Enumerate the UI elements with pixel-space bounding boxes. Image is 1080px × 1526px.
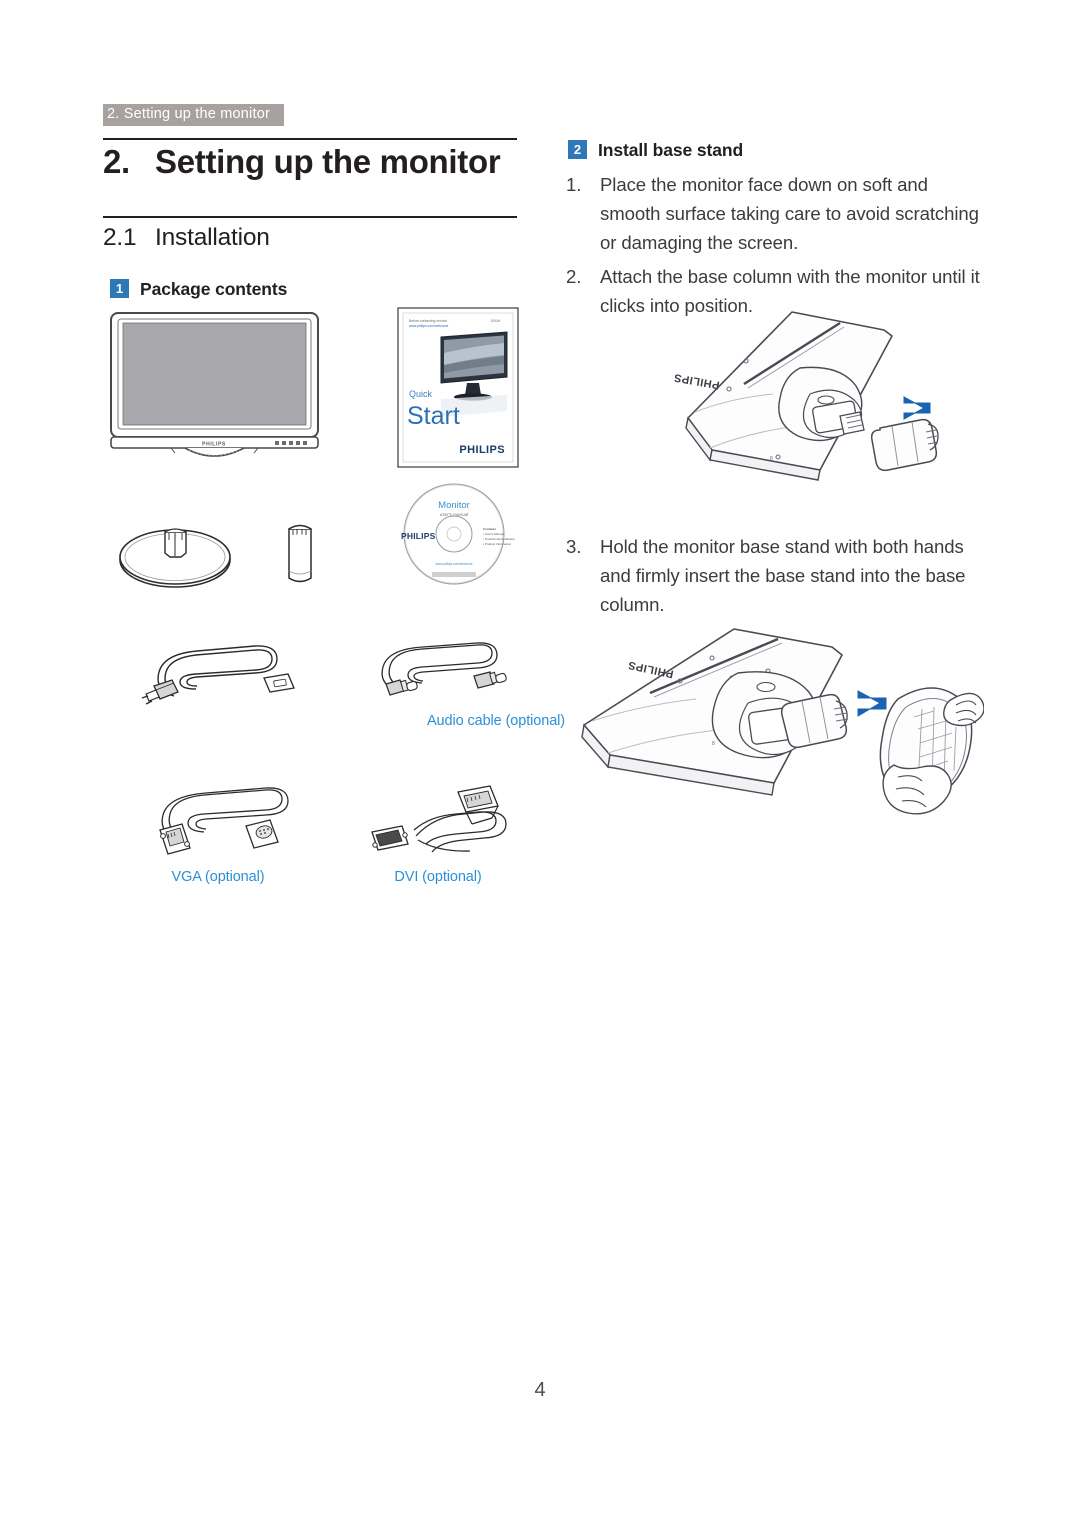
- quick-start-guide-illustration: Before contacting service www.philips.co…: [397, 307, 519, 468]
- step-number: 3.: [566, 536, 582, 557]
- svg-text:8: 8: [770, 456, 773, 462]
- power-cable-illustration: [138, 634, 303, 706]
- svg-text:• Product Information: • Product Information: [483, 542, 511, 546]
- dvi-connector-right: [457, 785, 499, 825]
- diagram2-brand: PHILIPS: [627, 658, 675, 679]
- arrow-left-icon: [903, 396, 931, 420]
- assembled-base-column: [711, 671, 849, 759]
- page-title: 2. Setting up the monitor: [103, 143, 501, 181]
- vga-connector-right: [245, 819, 279, 849]
- cd-title: Monitor: [438, 500, 470, 511]
- qsg-brand: PHILIPS: [459, 444, 505, 456]
- base-stand-illustration: [117, 520, 237, 592]
- monitor-illustration: PHILIPS: [107, 310, 322, 465]
- step-text: Place the monitor face down on soft and …: [600, 174, 979, 253]
- attach-base-column-diagram: PHILIPS 8: [592, 300, 984, 510]
- list-item: 3. Hold the monitor base stand with both…: [566, 532, 986, 619]
- vga-cable-illustration: [148, 778, 308, 863]
- dvi-cable-illustration: [358, 778, 518, 863]
- monitor-brand-text: PHILIPS: [202, 442, 226, 448]
- diagram1-brand: PHILIPS: [673, 371, 721, 391]
- cd-subtitle: user's manual: [440, 512, 468, 517]
- audio-plug-left: [385, 679, 418, 696]
- section-title-text: Installation: [155, 224, 270, 251]
- badge-1: 1: [110, 279, 129, 298]
- insert-base-stand-diagram: PHILIPS 8: [562, 625, 984, 855]
- chapter-number: 2.: [103, 143, 130, 180]
- cd-url: www.philips.com/welcome: [435, 562, 472, 566]
- subsection-package-contents-label: Package contents: [140, 279, 288, 299]
- step-text: Hold the monitor base stand with both ha…: [600, 536, 966, 615]
- subsection-install-base-stand-label: Install base stand: [598, 140, 744, 160]
- svg-text:Contents: Contents: [483, 527, 496, 531]
- running-header: 2. Setting up the monitor: [103, 104, 284, 126]
- cd-rom-illustration: Monitor user's manual PHILIPS Contents •…: [387, 482, 521, 586]
- page-number: 4: [534, 1379, 546, 1401]
- section-number: 2.1: [103, 224, 137, 251]
- dvi-connector-left: [371, 825, 409, 851]
- badge-2: 2: [568, 140, 587, 159]
- arrow-left-icon-2: [857, 690, 887, 717]
- hands-holding-base-stand: [879, 687, 984, 815]
- svg-text:• SmartControl software: • SmartControl software: [483, 537, 515, 541]
- qsg-top-line-2: www.philips.com/welcome: [409, 324, 448, 328]
- step-number: 1.: [566, 174, 582, 195]
- audio-plug-right: [473, 671, 507, 689]
- vga-connector-left: [159, 823, 191, 855]
- instruction-list-part2: 3. Hold the monitor base stand with both…: [566, 532, 986, 624]
- section-divider-rule: [103, 216, 517, 218]
- header-divider-rule: [103, 138, 517, 140]
- qsg-word-start: Start: [407, 402, 460, 430]
- subsection-package-contents: 1 Package contents: [110, 279, 287, 300]
- section-title: 2.1 Installation: [103, 224, 270, 252]
- qsg-top-right: 190LM: [490, 319, 500, 323]
- cd-brand: PHILIPS: [401, 531, 436, 541]
- svg-text:• User's Manual: • User's Manual: [483, 532, 504, 536]
- audio-cable-illustration: [370, 634, 515, 700]
- qsg-top-line-1: Before contacting service: [409, 319, 447, 323]
- svg-text:8: 8: [712, 741, 715, 747]
- dvi-cable-caption: DVI (optional): [394, 869, 482, 885]
- chapter-title-text: Setting up the monitor: [155, 143, 501, 180]
- subsection-install-base-stand: 2 Install base stand: [568, 140, 743, 161]
- base-column-illustration: [279, 521, 321, 591]
- list-item: 1. Place the monitor face down on soft a…: [566, 170, 986, 257]
- vga-cable-caption: VGA (optional): [171, 869, 265, 885]
- qsg-word-quick: Quick: [409, 389, 433, 399]
- base-column-part: [870, 418, 939, 472]
